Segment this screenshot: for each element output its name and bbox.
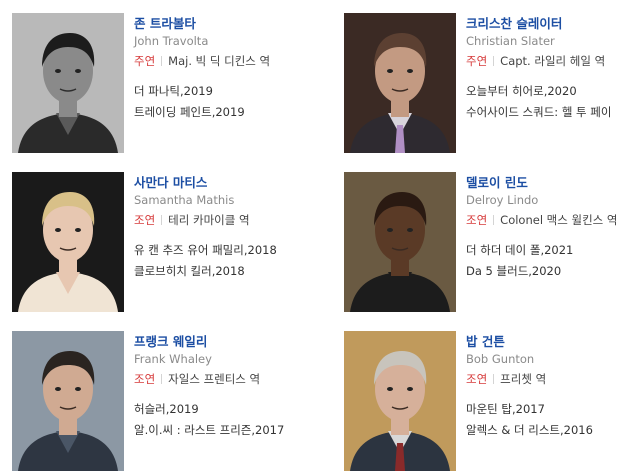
role-name: 프리쳇 역 — [500, 372, 547, 386]
filmography-list: 유 캔 추즈 유어 패밀리,2018 클로브히치 킬러,2018 — [134, 240, 334, 282]
filmography-list: 더 파나틱,2019 트레이딩 페인트,2019 — [134, 81, 334, 123]
actor-photo[interactable] — [12, 172, 124, 312]
filmography-list: 마운틴 탑,2017 알렉스 & 더 리스트,2016 — [466, 399, 633, 441]
actor-english-name: Bob Gunton — [466, 352, 535, 366]
actor-name[interactable]: 밥 건튼 — [466, 333, 505, 350]
role-line: 조연 자일스 프렌티스 역 — [134, 371, 334, 387]
actor-english-name: Samantha Mathis — [134, 193, 235, 207]
filmography-item[interactable]: 더 파나틱,2019 — [134, 81, 334, 102]
role-divider — [161, 56, 163, 66]
role-type: 주연 — [134, 54, 156, 68]
actor-photo[interactable] — [344, 13, 456, 153]
actor-photo[interactable] — [344, 172, 456, 312]
cast-info: 델로이 린도 Delroy Lindo 조연 Colonel 맥스 윌킨스 역 더… — [466, 172, 633, 282]
role-type: 조연 — [134, 372, 156, 386]
actor-photo[interactable] — [12, 13, 124, 153]
actor-name[interactable]: 크리스찬 슬레이터 — [466, 15, 562, 32]
cast-card: 밥 건튼 Bob Gunton 조연 프리쳇 역 마운틴 탑,2017 알렉스 &… — [344, 331, 633, 471]
filmography-item[interactable]: 허슬러,2019 — [134, 399, 334, 420]
role-line: 조연 Colonel 맥스 윌킨스 역 — [466, 212, 633, 228]
filmography-item[interactable]: 유 캔 추즈 유어 패밀리,2018 — [134, 240, 334, 261]
role-line: 조연 프리쳇 역 — [466, 371, 633, 387]
role-divider — [493, 215, 495, 225]
filmography-item[interactable]: 클로브히치 킬러,2018 — [134, 261, 334, 282]
actor-english-name: Frank Whaley — [134, 352, 212, 366]
actor-photo[interactable] — [12, 331, 124, 471]
actor-name[interactable]: 델로이 린도 — [466, 174, 528, 191]
role-type: 조연 — [466, 213, 488, 227]
cast-info: 프랭크 웨일리 Frank Whaley 조연 자일스 프렌티스 역 허슬러,20… — [134, 331, 334, 441]
role-type: 조연 — [466, 372, 488, 386]
role-name: 자일스 프렌티스 역 — [168, 372, 261, 386]
role-divider — [493, 374, 495, 384]
cast-info: 크리스찬 슬레이터 Christian Slater 주연 Capt. 라일리 헤… — [466, 13, 633, 123]
role-divider — [493, 56, 495, 66]
filmography-item[interactable]: 오늘부터 히어로,2020 — [466, 81, 633, 102]
role-divider — [161, 374, 163, 384]
filmography-item[interactable]: 알.이.씨 : 라스트 프리즌,2017 — [134, 420, 334, 441]
portrait-image — [12, 331, 124, 471]
cast-info: 사만다 마티스 Samantha Mathis 조연 테리 카마이클 역 유 캔 … — [134, 172, 334, 282]
actor-name[interactable]: 존 트라볼타 — [134, 15, 196, 32]
role-name: 테리 카마이클 역 — [168, 213, 250, 227]
role-line: 조연 테리 카마이클 역 — [134, 212, 334, 228]
actor-english-name: Delroy Lindo — [466, 193, 539, 207]
role-name: Capt. 라일리 헤일 역 — [500, 54, 606, 68]
filmography-item[interactable]: 더 하더 데이 폴,2021 — [466, 240, 633, 261]
cast-info: 존 트라볼타 John Travolta 주연 Maj. 빅 딕 디킨스 역 더 … — [134, 13, 334, 123]
cast-card: 델로이 린도 Delroy Lindo 조연 Colonel 맥스 윌킨스 역 더… — [344, 172, 633, 312]
portrait-image — [12, 172, 124, 312]
filmography-list: 더 하더 데이 폴,2021 Da 5 블러드,2020 — [466, 240, 633, 282]
cast-card: 사만다 마티스 Samantha Mathis 조연 테리 카마이클 역 유 캔 … — [12, 172, 332, 312]
role-type: 조연 — [134, 213, 156, 227]
cast-card: 크리스찬 슬레이터 Christian Slater 주연 Capt. 라일리 헤… — [344, 13, 633, 153]
cast-card: 프랭크 웨일리 Frank Whaley 조연 자일스 프렌티스 역 허슬러,20… — [12, 331, 332, 471]
filmography-list: 허슬러,2019 알.이.씨 : 라스트 프리즌,2017 — [134, 399, 334, 441]
actor-english-name: Christian Slater — [466, 34, 555, 48]
role-line: 주연 Maj. 빅 딕 디킨스 역 — [134, 53, 334, 69]
filmography-item[interactable]: 트레이딩 페인트,2019 — [134, 102, 334, 123]
role-line: 주연 Capt. 라일리 헤일 역 — [466, 53, 633, 69]
filmography-item[interactable]: 알렉스 & 더 리스트,2016 — [466, 420, 633, 441]
filmography-item[interactable]: Da 5 블러드,2020 — [466, 261, 633, 282]
role-name: Maj. 빅 딕 디킨스 역 — [168, 54, 271, 68]
filmography-item[interactable]: 마운틴 탑,2017 — [466, 399, 633, 420]
filmography-list: 오늘부터 히어로,2020 수어사이드 스쿼드: 헬 투 페이 — [466, 81, 633, 123]
actor-name[interactable]: 프랭크 웨일리 — [134, 333, 207, 350]
actor-photo[interactable] — [344, 331, 456, 471]
role-divider — [161, 215, 163, 225]
role-type: 주연 — [466, 54, 488, 68]
portrait-image — [12, 13, 124, 153]
cast-info: 밥 건튼 Bob Gunton 조연 프리쳇 역 마운틴 탑,2017 알렉스 &… — [466, 331, 633, 441]
actor-name[interactable]: 사만다 마티스 — [134, 174, 207, 191]
cast-card: 존 트라볼타 John Travolta 주연 Maj. 빅 딕 디킨스 역 더 … — [12, 13, 332, 153]
filmography-item[interactable]: 수어사이드 스쿼드: 헬 투 페이 — [466, 102, 633, 123]
portrait-image — [344, 331, 456, 471]
role-name: Colonel 맥스 윌킨스 역 — [500, 213, 618, 227]
portrait-image — [344, 13, 456, 153]
portrait-image — [344, 172, 456, 312]
actor-english-name: John Travolta — [134, 34, 209, 48]
